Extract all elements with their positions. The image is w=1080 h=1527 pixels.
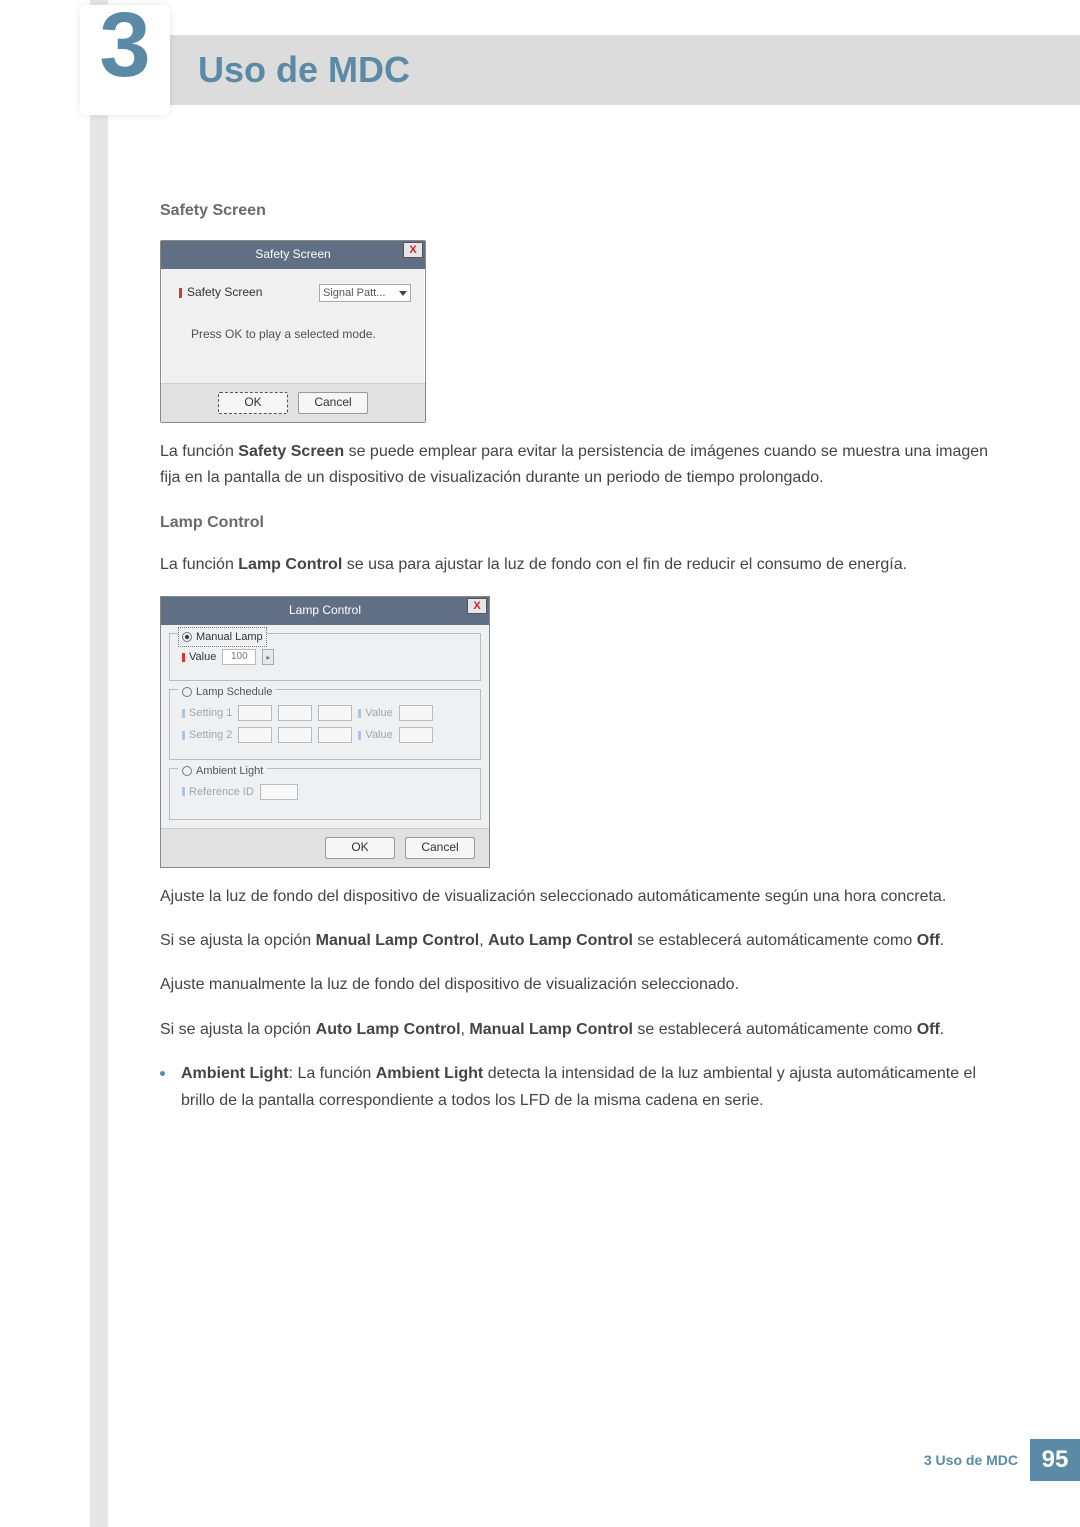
value-label: Value — [182, 648, 216, 666]
spinner-input[interactable] — [238, 705, 272, 721]
spinner-input[interactable] — [318, 727, 352, 743]
setting1-label: Setting 1 — [182, 704, 232, 722]
spinner-input[interactable] — [399, 705, 433, 721]
lamp-p2: Si se ajusta la opción Manual Lamp Contr… — [160, 928, 990, 954]
reference-id-label: Reference ID — [182, 783, 254, 801]
safety-screen-para: La función Safety Screen se puede emplea… — [160, 439, 990, 492]
lamp-control-intro: La función Lamp Control se usa para ajus… — [160, 552, 990, 578]
subhead-safety-screen: Safety Screen — [160, 198, 990, 224]
left-stripe — [90, 0, 108, 1527]
lamp-p4: Si se ajusta la opción Auto Lamp Control… — [160, 1017, 990, 1043]
ambient-light-radio[interactable]: Ambient Light — [178, 762, 267, 780]
manual-lamp-radio[interactable]: Manual Lamp — [178, 627, 267, 647]
dialog-message: Press OK to play a selected mode. — [179, 325, 411, 345]
radio-icon — [182, 766, 192, 776]
footer-text: 3 Uso de MDC — [924, 1452, 1018, 1468]
safety-screen-dropdown[interactable]: Signal Patt... — [319, 284, 411, 302]
lamp-p3: Ajuste manualmente la luz de fondo del d… — [160, 972, 990, 998]
chapter-title: Uso de MDC — [198, 49, 410, 91]
slider-button[interactable]: ▸ — [262, 649, 274, 665]
spinner-input[interactable] — [238, 727, 272, 743]
safety-screen-label: Safety Screen — [179, 283, 262, 303]
safety-screen-dialog: Safety Screen X Safety Screen Signal Pat… — [160, 240, 426, 422]
spinner-input[interactable] — [278, 705, 312, 721]
lamp-control-dialog: Lamp Control X Manual Lamp Value 100 ▸ L… — [160, 596, 490, 867]
spinner-input[interactable] — [318, 705, 352, 721]
value-input[interactable]: 100 — [222, 649, 256, 665]
bullet-icon — [160, 1071, 165, 1076]
ok-button[interactable]: OK — [325, 837, 395, 859]
close-icon[interactable]: X — [467, 598, 487, 614]
reference-id-dropdown[interactable] — [260, 784, 298, 800]
lamp-schedule-radio[interactable]: Lamp Schedule — [178, 683, 276, 701]
cancel-button[interactable]: Cancel — [405, 837, 475, 859]
spinner-input[interactable] — [399, 727, 433, 743]
page-footer: 3 Uso de MDC 95 — [924, 1439, 1080, 1481]
ok-button[interactable]: OK — [218, 392, 288, 414]
cancel-button[interactable]: Cancel — [298, 392, 368, 414]
dialog-title: Lamp Control — [169, 601, 481, 621]
bullet-ambient-light: Ambient Light: La función Ambient Light … — [160, 1061, 990, 1114]
chapter-number: 3 — [99, 0, 150, 91]
spinner-input[interactable] — [278, 727, 312, 743]
close-icon[interactable]: X — [403, 242, 423, 258]
chapter-badge: 3 — [80, 5, 170, 115]
radio-icon — [182, 687, 192, 697]
lamp-p1: Ajuste la luz de fondo del dispositivo d… — [160, 884, 990, 910]
chapter-header: Uso de MDC — [108, 35, 1080, 105]
subhead-lamp-control: Lamp Control — [160, 510, 990, 536]
chevron-down-icon — [399, 291, 407, 296]
page-number: 95 — [1030, 1439, 1080, 1481]
radio-icon — [182, 632, 192, 642]
setting2-label: Setting 2 — [182, 726, 232, 744]
dialog-title: Safety Screen — [169, 245, 417, 265]
